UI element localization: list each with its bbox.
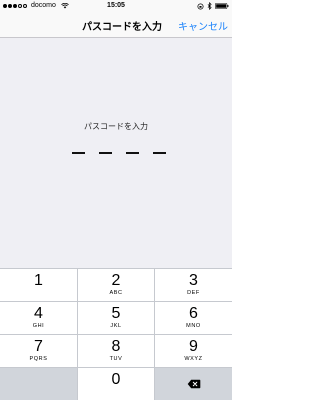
delete-button[interactable]: [155, 368, 232, 400]
key-letters: GHI: [32, 323, 45, 329]
passcode-digit-placeholder: [72, 152, 85, 154]
numeric-keypad: 1 2 ABC 3 DEF 4 GHI 5 JKL 6 MNO 7 PQRS 8…: [0, 268, 232, 400]
keypad-blank: [0, 368, 77, 400]
key-number: 4: [34, 305, 43, 322]
key-letters: JKL: [110, 323, 122, 329]
cancel-button[interactable]: キャンセル: [178, 18, 228, 33]
passcode-digit-placeholder: [126, 152, 139, 154]
passcode-digit-placeholder: [99, 152, 112, 154]
blank-margin: [232, 0, 330, 400]
backspace-icon: [187, 379, 200, 389]
passcode-field: [72, 152, 166, 154]
key-letters: PQRS: [29, 356, 48, 362]
key-number: 2: [111, 272, 121, 289]
nav-title: パスコードを入力: [82, 22, 162, 33]
key-1[interactable]: 1: [0, 269, 77, 301]
passcode-screen: docomo 15:05 パスコードを入力 キャンセル パスコードを入力 1 2…: [0, 0, 232, 400]
bluetooth-icon: [207, 2, 212, 10]
key-letters: WXYZ: [184, 356, 203, 362]
key-number: 1: [34, 272, 43, 289]
key-letters: TUV: [109, 356, 123, 362]
key-number: 0: [111, 371, 121, 388]
key-0[interactable]: 0: [78, 368, 154, 400]
key-number: 7: [34, 338, 43, 355]
key-number: 3: [189, 272, 198, 289]
key-number: 8: [111, 338, 121, 355]
passcode-digit-placeholder: [153, 152, 166, 154]
battery-icon: [215, 3, 229, 9]
key-number: 6: [189, 305, 198, 322]
status-bar: docomo 15:05: [0, 0, 232, 14]
passcode-prompt: パスコードを入力: [84, 122, 148, 131]
navigation-bar: パスコードを入力 キャンセル: [0, 14, 232, 38]
key-8[interactable]: 8 TUV: [78, 335, 154, 367]
status-right: [197, 2, 229, 10]
orientation-lock-icon: [197, 2, 204, 10]
key-7[interactable]: 7 PQRS: [0, 335, 77, 367]
key-number: 9: [189, 338, 198, 355]
key-3[interactable]: 3 DEF: [155, 269, 232, 301]
key-letters: MNO: [186, 323, 201, 329]
key-9[interactable]: 9 WXYZ: [155, 335, 232, 367]
key-letters: ABC: [109, 290, 123, 296]
key-6[interactable]: 6 MNO: [155, 302, 232, 334]
key-2[interactable]: 2 ABC: [78, 269, 154, 301]
key-4[interactable]: 4 GHI: [0, 302, 77, 334]
key-letters: DEF: [187, 290, 200, 296]
key-5[interactable]: 5 JKL: [78, 302, 154, 334]
key-number: 5: [111, 305, 121, 322]
